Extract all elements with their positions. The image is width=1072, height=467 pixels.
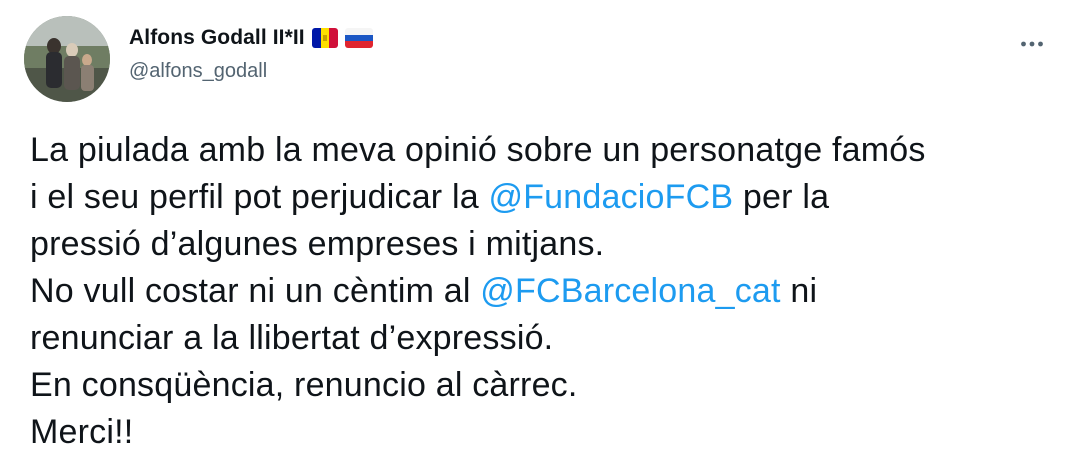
tweet-line: En consqüència, renuncio al càrrec. xyxy=(30,362,1050,409)
tweet-line: No vull costar ni un cèntim al @FCBarcel… xyxy=(30,268,1050,315)
tweet-card: Alfons Godall II*II @alfons_godall La pi… xyxy=(0,0,1072,467)
display-name-row: Alfons Godall II*II xyxy=(129,22,373,54)
tweet-line: i el seu perfil pot perjudicar la @Funda… xyxy=(30,174,1050,221)
tweet-text-segment: Merci!! xyxy=(30,413,134,451)
tweet-text-segment: renunciar a la llibertat d’expressió. xyxy=(30,319,554,357)
tweet-line: La piulada amb la meva opinió sobre un p… xyxy=(30,127,1050,174)
tweet-line: Merci!! xyxy=(30,409,1050,456)
russia-flag-icon xyxy=(344,28,373,48)
andorra-flag-icon xyxy=(311,28,338,48)
tweet-text: La piulada amb la meva opinió sobre un p… xyxy=(30,127,1050,456)
tweet-text-segment: En consqüència, renuncio al càrrec. xyxy=(30,366,578,404)
mention-link-fcbarcelona-cat[interactable]: @FCBarcelona_cat xyxy=(480,272,780,310)
display-name[interactable]: Alfons Godall II*II xyxy=(129,26,305,50)
user-handle[interactable]: @alfons_godall xyxy=(129,60,373,83)
tweet-text-segment: pressió d’algunes empreses i mitjans. xyxy=(30,225,605,263)
tweet-text-segment: La piulada amb la meva opinió sobre un p… xyxy=(30,131,926,169)
tweet-text-segment: per la xyxy=(733,178,830,216)
avatar-photo xyxy=(24,16,110,102)
more-options-button[interactable] xyxy=(1012,24,1052,64)
tweet-line: renunciar a la llibertat d’expressió. xyxy=(30,315,1050,362)
tweet-text-segment: No vull costar ni un cèntim al xyxy=(30,272,481,310)
mention-link-fundaciofcb[interactable]: @FundacioFCB xyxy=(488,178,733,216)
author-header: Alfons Godall II*II @alfons_godall xyxy=(129,22,373,83)
avatar[interactable] xyxy=(24,16,110,102)
tweet-text-segment: i el seu perfil pot perjudicar la xyxy=(30,178,489,216)
tweet-text-segment: ni xyxy=(780,272,818,310)
more-horizontal-icon xyxy=(1021,41,1043,47)
tweet-line: pressió d’algunes empreses i mitjans. xyxy=(30,221,1050,268)
